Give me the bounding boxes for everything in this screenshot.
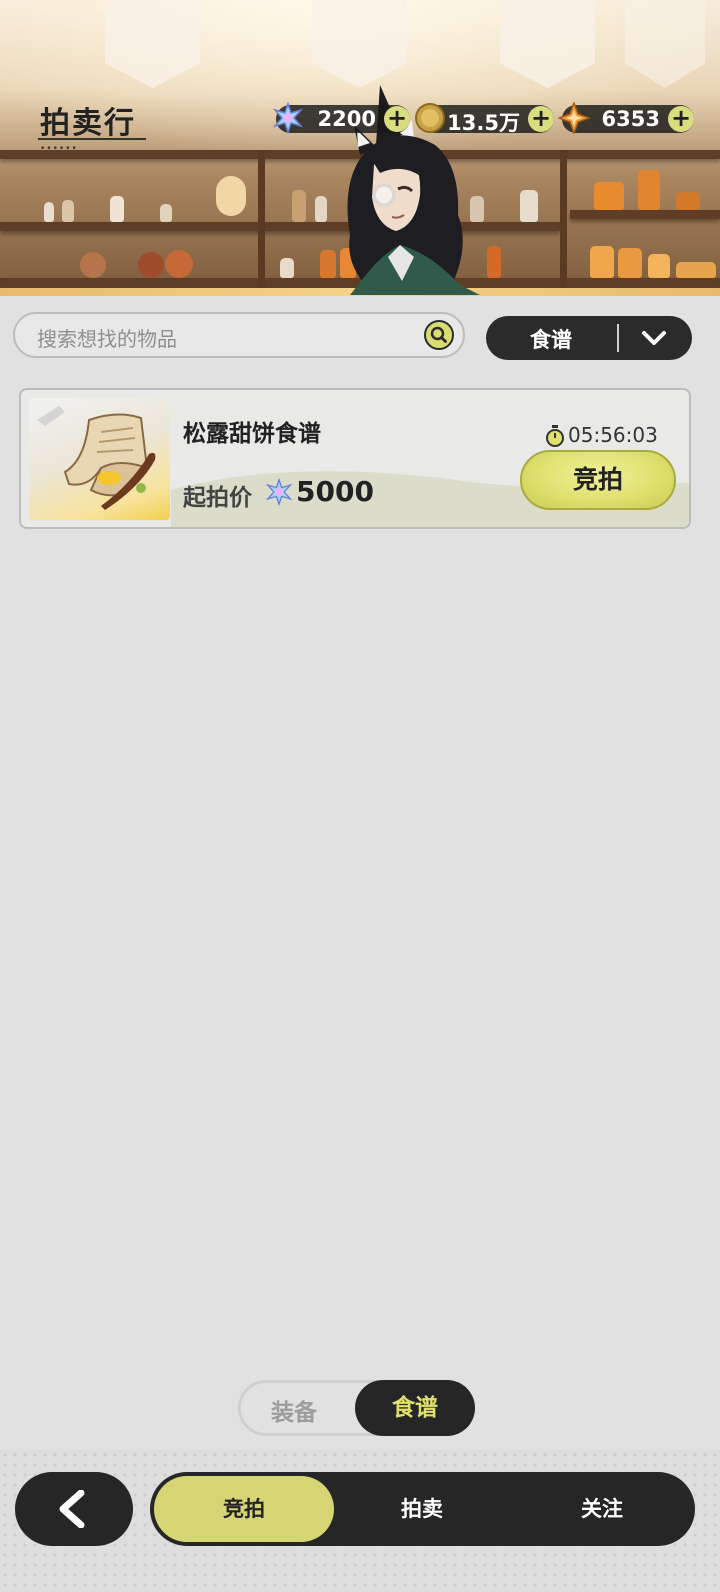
currency-crystal: 2200 +: [272, 102, 410, 134]
category-dropdown-value: 食谱: [530, 328, 572, 352]
gold-amount: 13.5万: [447, 111, 520, 135]
search-icon[interactable]: [424, 320, 454, 350]
currency-gold: 13.5万 +: [415, 103, 554, 135]
countdown-timer: 05:56:03: [568, 423, 658, 447]
dropdown-divider: [617, 324, 619, 352]
bid-button[interactable]: 竞拍: [520, 450, 676, 510]
star-gem-icon: [558, 102, 590, 134]
category-dropdown[interactable]: 食谱: [486, 316, 692, 360]
crystal-icon: [265, 478, 293, 506]
title-underline: [38, 138, 146, 140]
nav-tab-bidding[interactable]: 竞拍: [154, 1476, 334, 1542]
nav-tab-following[interactable]: 关注: [512, 1472, 692, 1546]
crystal-amount: 2200: [317, 107, 376, 131]
add-gem-button[interactable]: +: [668, 106, 694, 132]
starting-price-value: 5000: [296, 475, 374, 508]
back-arrow-icon: [59, 1490, 85, 1528]
category-toggle: 装备 食谱: [238, 1380, 475, 1436]
tab-equipment[interactable]: 装备: [271, 1393, 317, 1427]
gold-coin-icon: [415, 103, 445, 133]
chevron-down-icon[interactable]: [639, 326, 669, 350]
search-input[interactable]: 搜索想找的物品: [13, 312, 465, 358]
auction-item-card[interactable]: 松露甜饼食谱 起拍价 5000 05:56:03 竞拍: [19, 388, 691, 529]
title-decoration: ••••••: [40, 144, 78, 154]
crystal-icon: [272, 102, 304, 134]
item-thumbnail: [29, 398, 170, 520]
search-placeholder: 搜索想找的物品: [37, 327, 177, 351]
currency-gem: 6353 +: [558, 102, 694, 134]
tab-recipes[interactable]: 食谱: [355, 1380, 475, 1436]
starting-price-label: 起拍价: [183, 485, 252, 511]
stopwatch-icon: [546, 425, 564, 447]
bottom-nav: 竞拍 拍卖 关注: [150, 1472, 695, 1546]
gem-amount: 6353: [601, 107, 660, 131]
nav-tab-auction[interactable]: 拍卖: [332, 1472, 512, 1546]
recipe-scroll-icon: [37, 406, 156, 510]
item-name: 松露甜饼食谱: [183, 421, 321, 447]
page-title: 拍卖行: [40, 106, 136, 141]
back-button[interactable]: [15, 1472, 133, 1546]
add-crystal-button[interactable]: +: [384, 106, 410, 132]
add-gold-button[interactable]: +: [528, 106, 554, 132]
